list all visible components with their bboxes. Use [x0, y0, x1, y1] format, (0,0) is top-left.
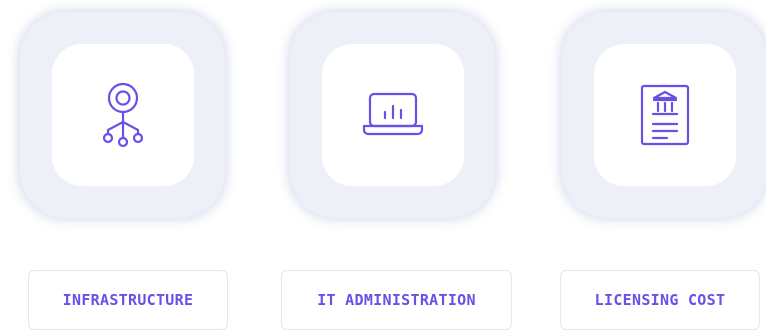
- laptop-chart-icon: [362, 92, 424, 136]
- network-hub-icon: [102, 82, 144, 148]
- infrastructure-card: [20, 12, 225, 218]
- licensing-cost-icon-tile: [594, 44, 736, 186]
- licensing-cost-card: [562, 12, 766, 218]
- it-administration-card: [290, 12, 495, 218]
- document-bank-icon: [640, 84, 690, 146]
- infrastructure-icon-tile: [52, 44, 194, 186]
- infrastructure-button[interactable]: INFRASTRUCTURE: [28, 270, 228, 330]
- licensing-cost-button[interactable]: LICENSING COST: [560, 270, 760, 330]
- feature-showcase: INFRASTRUCTURE IT ADMINISTRATION LICENSI…: [0, 0, 766, 334]
- it-administration-button[interactable]: IT ADMINISTRATION: [281, 270, 512, 330]
- it-administration-icon-tile: [322, 44, 464, 186]
